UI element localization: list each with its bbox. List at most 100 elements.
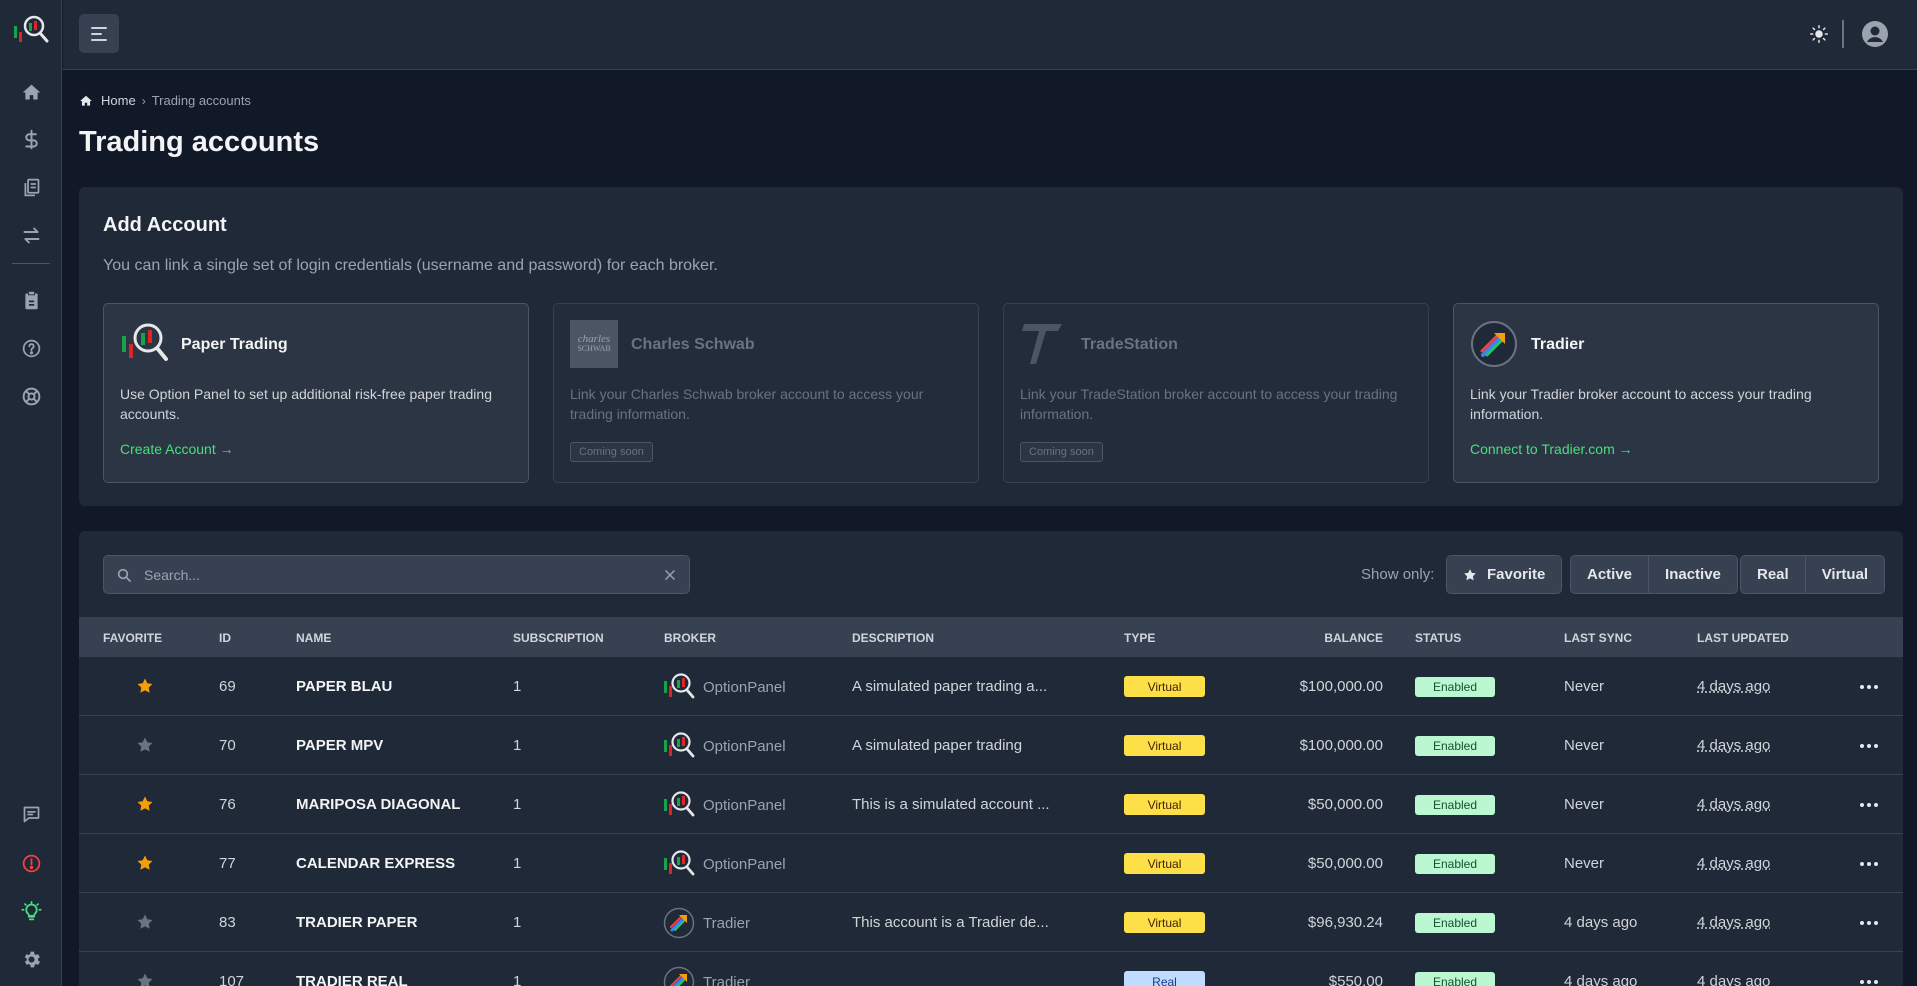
add-account-description: You can link a single set of login crede…: [103, 257, 718, 274]
table-row[interactable]: 69 PAPER BLAU 1 OptionPanel A simulated pape…: [79, 657, 1903, 716]
favorite-star-icon[interactable]: [136, 913, 154, 931]
top-bar: [63, 0, 1917, 70]
last-sync: Never: [1564, 737, 1605, 754]
favorite-filter-button[interactable]: Favorite: [1447, 556, 1561, 593]
more-actions-icon[interactable]: [1859, 742, 1879, 750]
account-name[interactable]: PAPER MPV: [296, 737, 383, 754]
inactive-filter-button[interactable]: Inactive: [1648, 556, 1737, 593]
table-row[interactable]: 77 CALENDAR EXPRESS 1 OptionPanel Virtual $50…: [79, 834, 1903, 893]
menu-toggle-button[interactable]: [79, 14, 119, 53]
table-row[interactable]: 83 TRADIER PAPER 1 Tradier This account is a…: [79, 893, 1903, 952]
sidebar-item-documents[interactable]: [18, 174, 44, 200]
schwab-logo-text-bottom: SCHWAB: [577, 344, 611, 353]
optionpanel-logo: [663, 730, 695, 762]
sidebar-item-clipboard[interactable]: [18, 287, 44, 313]
create-account-link[interactable]: Create Account →: [120, 441, 234, 457]
connect-tradier-link[interactable]: Connect to Tradier.com →: [1470, 441, 1633, 457]
last-updated: 4 days ago: [1697, 678, 1771, 695]
account-id: 107: [219, 973, 245, 986]
col-last-sync[interactable]: Last Sync: [1564, 631, 1632, 645]
account-name[interactable]: TRADIER PAPER: [296, 914, 417, 931]
sidebar-divider: [12, 263, 50, 264]
sidebar-item-home[interactable]: [18, 79, 44, 105]
last-sync: Never: [1564, 855, 1605, 872]
virtual-filter-button[interactable]: Virtual: [1804, 556, 1884, 593]
tradier-logo: [663, 907, 695, 939]
type-badge: Virtual: [1124, 735, 1205, 756]
more-actions-icon[interactable]: [1859, 801, 1879, 809]
sidebar-item-support[interactable]: [18, 383, 44, 409]
status-badge: Enabled: [1415, 736, 1495, 756]
card-title: Charles Schwab: [631, 336, 755, 353]
clear-search-icon[interactable]: [663, 568, 677, 582]
breadcrumb-home-link[interactable]: Home: [101, 93, 136, 108]
sidebar-item-transfer[interactable]: [18, 222, 44, 248]
schwab-logo-text-top: charles: [577, 333, 611, 345]
subscription-count: 1: [513, 737, 522, 754]
status-badge: Enabled: [1415, 913, 1495, 933]
table-row[interactable]: 76 MARIPOSA DIAGONAL 1 OptionPanel This is a…: [79, 775, 1903, 834]
theme-toggle-button[interactable]: [1807, 22, 1831, 46]
home-icon: [80, 95, 92, 106]
col-name[interactable]: Name: [296, 631, 331, 645]
real-filter-button[interactable]: Real: [1741, 556, 1805, 593]
more-actions-icon[interactable]: [1859, 978, 1879, 986]
col-id[interactable]: ID: [219, 631, 231, 645]
col-balance[interactable]: Balance: [1324, 631, 1383, 645]
favorite-star-icon[interactable]: [136, 736, 154, 754]
sidebar-item-help[interactable]: [18, 335, 44, 361]
type-badge: Virtual: [1124, 853, 1205, 874]
sun-icon: [1810, 25, 1828, 43]
sidebar-item-dollar[interactable]: [18, 126, 44, 152]
active-filter-button[interactable]: Active: [1571, 556, 1648, 593]
page-title: Trading accounts: [79, 126, 320, 158]
favorite-star-icon[interactable]: [136, 972, 154, 986]
coming-soon-badge: Coming soon: [1020, 442, 1103, 462]
hamburger-icon: [91, 26, 107, 41]
last-updated: 4 days ago: [1697, 914, 1771, 931]
sidebar-item-settings[interactable]: [18, 946, 44, 972]
favorite-star-icon[interactable]: [136, 677, 154, 695]
col-subscription[interactable]: Subscription: [513, 631, 604, 645]
sidebar-item-chat[interactable]: [18, 801, 44, 827]
col-description[interactable]: Description: [852, 631, 934, 645]
account-name[interactable]: MARIPOSA DIAGONAL: [296, 796, 460, 813]
table-row[interactable]: 70 PAPER MPV 1 OptionPanel A simulated paper…: [79, 716, 1903, 775]
col-type[interactable]: Type: [1124, 631, 1155, 645]
favorite-star-icon[interactable]: [136, 795, 154, 813]
account-balance: $100,000.00: [1299, 737, 1383, 754]
broker-name: Tradier: [703, 914, 750, 932]
col-broker[interactable]: Broker: [664, 631, 716, 645]
status-badge: Enabled: [1415, 795, 1495, 815]
lightbulb-icon: [20, 900, 42, 920]
optionpanel-logo: [122, 323, 168, 361]
optionpanel-logo[interactable]: [13, 14, 49, 46]
type-filter-group: Real Virtual: [1740, 555, 1886, 594]
more-actions-icon[interactable]: [1859, 683, 1879, 691]
star-icon: [1464, 568, 1476, 580]
user-avatar-icon[interactable]: [1861, 20, 1889, 48]
paper-trading-card[interactable]: Paper Trading Use Option Panel to set up…: [103, 303, 529, 483]
card-description: Use Option Panel to set up additional ri…: [120, 386, 492, 422]
table-row[interactable]: 107 TRADIER REAL 1 Tradier Real $550.00 Enable…: [79, 952, 1903, 986]
more-actions-icon[interactable]: [1859, 919, 1879, 927]
favorite-star-icon[interactable]: [136, 854, 154, 872]
col-favorite[interactable]: Favorite: [103, 631, 162, 645]
account-name[interactable]: TRADIER REAL: [296, 973, 408, 986]
search-input[interactable]: [144, 556, 644, 593]
sidebar-item-alert[interactable]: [18, 850, 44, 876]
type-badge: Virtual: [1124, 912, 1205, 933]
account-name[interactable]: PAPER BLAU: [296, 678, 392, 695]
col-last-updated[interactable]: Last Updated: [1697, 631, 1789, 645]
card-description: Link your Charles Schwab broker account …: [570, 386, 924, 422]
more-actions-icon[interactable]: [1859, 860, 1879, 868]
optionpanel-logo: [663, 671, 695, 703]
account-name[interactable]: CALENDAR EXPRESS: [296, 855, 455, 872]
tradier-card[interactable]: Tradier Link your Tradier broker account…: [1453, 303, 1879, 483]
col-status[interactable]: Status: [1415, 631, 1461, 645]
status-badge: Enabled: [1415, 677, 1495, 697]
home-icon: [22, 84, 40, 99]
type-badge: Virtual: [1124, 676, 1205, 697]
card-title: TradeStation: [1081, 336, 1178, 353]
sidebar-item-ideas[interactable]: [18, 898, 44, 924]
